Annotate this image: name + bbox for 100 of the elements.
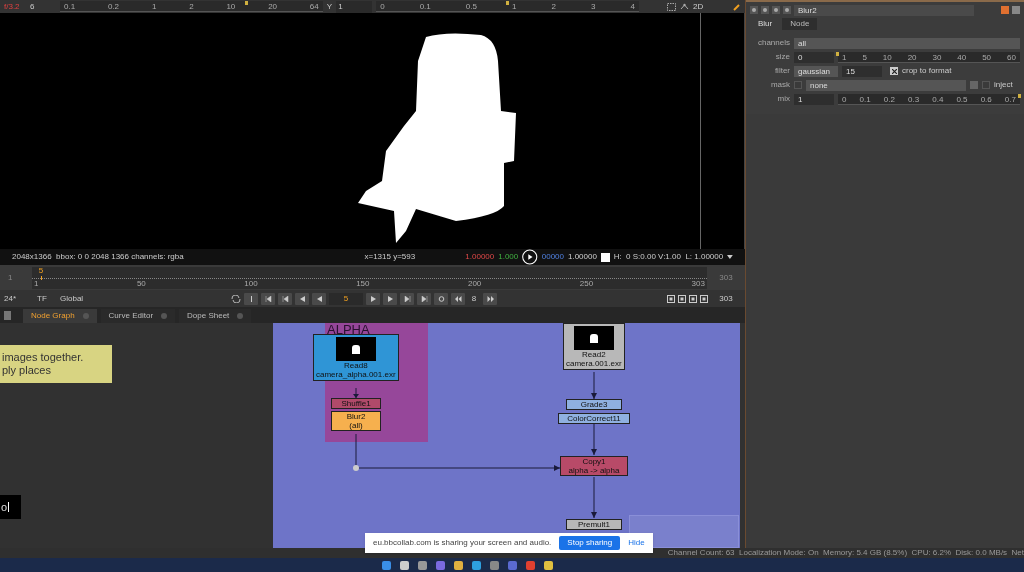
stop-button[interactable]: [434, 292, 448, 305]
stop-sharing-button[interactable]: Stop sharing: [559, 536, 621, 550]
ruler-label: 20: [268, 3, 278, 11]
value-field[interactable]: 15: [842, 65, 882, 77]
read-node[interactable]: Read2 camera.001.exr: [563, 323, 625, 370]
timeline-label: 1: [34, 279, 39, 288]
hide-link[interactable]: Hide: [628, 537, 645, 549]
start-icon[interactable]: [381, 560, 391, 570]
monitor-icon[interactable]: [678, 294, 686, 303]
read-node[interactable]: Read8 camera_alpha.001.exr: [313, 334, 399, 381]
dot-node[interactable]: [353, 465, 359, 471]
minimap[interactable]: [629, 515, 739, 548]
current-frame-field[interactable]: 5: [329, 292, 363, 305]
checkbox[interactable]: [982, 81, 990, 89]
value-slider[interactable]: 1 5 10 20 30 40 50 60: [838, 51, 1020, 63]
properties-tab[interactable]: Node: [782, 18, 818, 30]
step-back-icon: [298, 295, 306, 302]
ruler-label: 10: [882, 53, 892, 62]
panel-tab[interactable]: Dope Sheet: [179, 309, 252, 323]
first-frame-button[interactable]: [261, 292, 275, 305]
play-backward-button[interactable]: [312, 292, 326, 305]
decrement-button[interactable]: [451, 292, 465, 305]
node[interactable]: Grade3: [566, 399, 622, 410]
value-slider[interactable]: 0 0.1 0.2 0.3 0.4 0.5 0.6 0.7: [838, 93, 1020, 105]
cursor-coordinates: x=1315 y=593: [364, 251, 417, 263]
ruler-label: 0.1: [419, 3, 431, 11]
checkbox[interactable]: [890, 67, 898, 75]
mask-dropdown[interactable]: none: [806, 79, 966, 91]
nuke-icon[interactable]: [543, 560, 553, 570]
circle-icon[interactable]: [761, 6, 769, 14]
range-dropdown[interactable]: Global: [60, 292, 100, 305]
region-icon[interactable]: [667, 2, 676, 11]
search-icon[interactable]: [399, 560, 409, 570]
slider-handle[interactable]: [244, 1, 248, 5]
node-filename: camera.001.exr: [566, 359, 622, 368]
text-input-field[interactable]: o: [0, 495, 21, 519]
ruler-label: 0.2: [883, 95, 895, 104]
increment-button[interactable]: [483, 292, 497, 305]
play-icon[interactable]: [522, 249, 538, 265]
view-mode-dropdown[interactable]: 2D: [693, 0, 729, 13]
slider-handle[interactable]: [505, 1, 509, 5]
gamma-slider[interactable]: 0 0.1 0.5 1 2 3 4: [376, 1, 639, 12]
browser-icon[interactable]: [471, 560, 481, 570]
play-forward-button[interactable]: [366, 292, 380, 305]
ruler-label: 0.7: [1004, 95, 1016, 104]
node[interactable]: Shuffle1: [331, 398, 381, 409]
ruler-label: 60: [1007, 53, 1016, 62]
pencil-icon[interactable]: [733, 2, 741, 11]
invert-toggle[interactable]: [970, 81, 978, 89]
y-value-field[interactable]: 1: [336, 0, 373, 13]
next-keyframe-button[interactable]: [400, 292, 414, 305]
fps-dropdown[interactable]: 24*: [4, 292, 34, 305]
previous-keyframe-button[interactable]: [278, 292, 292, 305]
checkbox[interactable]: [794, 81, 802, 89]
filter-dropdown[interactable]: gaussian: [794, 65, 838, 77]
node[interactable]: Copy1 alpha -> alpha: [560, 456, 628, 476]
rewind-icon: [454, 295, 462, 302]
pixel-value: 1.000: [498, 251, 519, 263]
previous-frame-button[interactable]: [295, 292, 309, 305]
lock-icon[interactable]: [689, 294, 697, 303]
timeline-track[interactable]: 1 50 100 150 200 250 303 5: [32, 266, 707, 289]
chrome-icon[interactable]: [525, 560, 535, 570]
node-name-field[interactable]: Blur2: [794, 4, 974, 16]
last-frame-button[interactable]: [417, 292, 431, 305]
channels-dropdown[interactable]: all: [794, 37, 1020, 49]
folder-icon[interactable]: [453, 560, 463, 570]
timecode-dropdown[interactable]: TF: [37, 292, 57, 305]
node-label: Premult1: [578, 520, 610, 529]
app-icon[interactable]: [489, 560, 499, 570]
loop-icon[interactable]: [231, 294, 241, 303]
teams-icon[interactable]: [507, 560, 517, 570]
increment-field[interactable]: 8: [468, 292, 480, 305]
slider-handle[interactable]: [836, 51, 839, 56]
color-icon[interactable]: [1001, 6, 1009, 14]
ruler-label: 5: [862, 53, 867, 62]
connector-arrow: [591, 424, 597, 455]
node[interactable]: Premult1: [566, 519, 622, 530]
end-frame-field[interactable]: 303: [711, 292, 741, 305]
gain-slider[interactable]: 0.1 0.2 1 2 10 20 64: [60, 1, 323, 12]
next-frame-button[interactable]: [383, 292, 397, 305]
export-icon[interactable]: [700, 294, 708, 303]
slider-handle[interactable]: [1018, 93, 1021, 98]
panel-tab[interactable]: Node Graph: [23, 309, 97, 323]
value-field[interactable]: 0: [794, 51, 834, 63]
flipbook-icon[interactable]: [667, 294, 675, 303]
panel-tab[interactable]: Curve Editor: [100, 309, 176, 323]
sticky-note[interactable]: images together. ply places: [0, 345, 112, 383]
value-field[interactable]: 1: [794, 93, 834, 105]
timeline-label: 50: [136, 279, 146, 288]
node[interactable]: ColorCorrect11: [558, 413, 630, 424]
circle-icon: [437, 295, 445, 302]
chat-icon[interactable]: [435, 560, 445, 570]
files-icon[interactable]: [417, 560, 427, 570]
frame-step-value[interactable]: 6: [30, 0, 56, 13]
connector-arrow: [353, 388, 359, 398]
nodes-icon[interactable]: [680, 2, 689, 11]
ruler-label: 10: [226, 3, 236, 11]
in-out-button[interactable]: [244, 292, 258, 305]
node[interactable]: Blur2 (all): [331, 411, 381, 431]
dropdown-arrow-icon[interactable]: [727, 255, 733, 259]
